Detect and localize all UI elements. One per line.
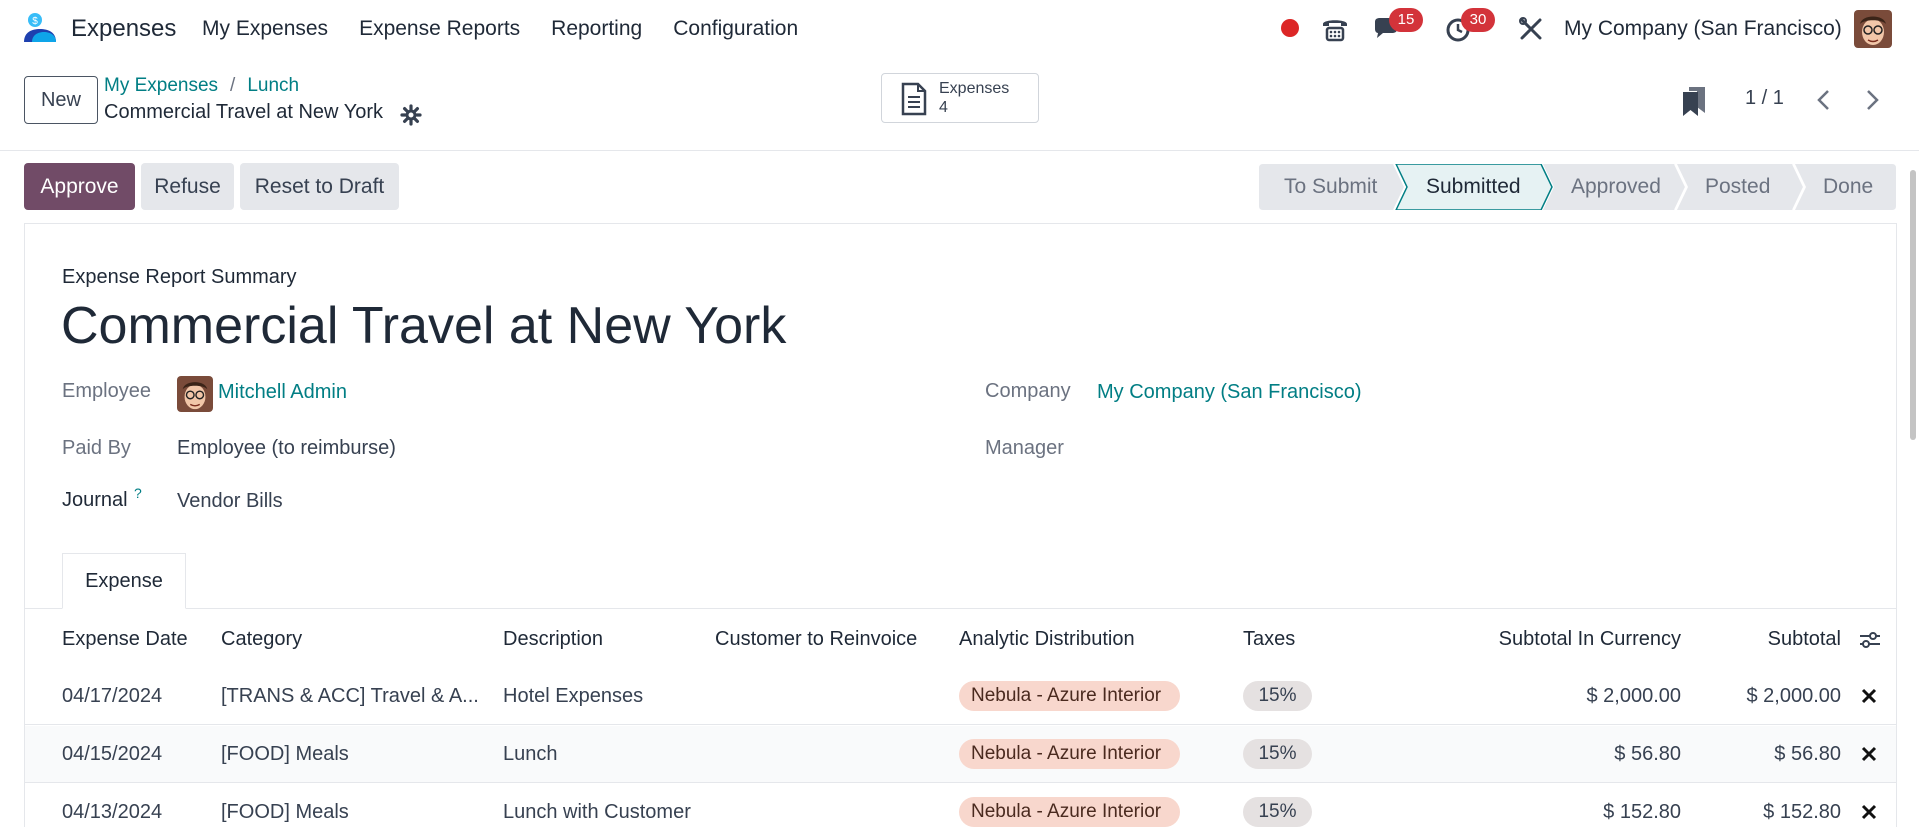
- cell-subtotal: $ 152.80: [1763, 801, 1841, 823]
- employee-label: Employee: [62, 380, 151, 402]
- breadcrumb-current-record: Commercial Travel at New York: [104, 101, 383, 123]
- menu-expense-reports[interactable]: Expense Reports: [359, 17, 520, 41]
- remove-line-icon[interactable]: [1861, 804, 1877, 820]
- menu-configuration[interactable]: Configuration: [673, 17, 798, 41]
- company-label: Company: [985, 380, 1071, 402]
- cell-category: [TRANS & ACC] Travel & A...: [221, 685, 479, 707]
- pager-value[interactable]: 1 / 1: [1745, 87, 1784, 110]
- debug-tools-icon[interactable]: [1516, 14, 1546, 44]
- col-expense-date[interactable]: Expense Date: [62, 628, 188, 651]
- chevron-left-icon: [1817, 90, 1829, 110]
- stage-pipeline: To Submit Submitted Approved Posted Done: [1259, 164, 1896, 210]
- menu-my-expenses[interactable]: My Expenses: [202, 17, 328, 41]
- svg-text:$: $: [32, 16, 38, 27]
- paid-by-field[interactable]: Employee (to reimburse): [177, 437, 396, 460]
- top-navbar: $ Expenses My Expenses Expense Reports R…: [0, 0, 1919, 58]
- remove-line-icon[interactable]: [1861, 746, 1877, 762]
- new-button[interactable]: New: [24, 76, 98, 124]
- col-category[interactable]: Category: [221, 628, 302, 651]
- col-customer-to-reinvoice[interactable]: Customer to Reinvoice: [715, 628, 917, 651]
- tab-divider: [25, 608, 1896, 609]
- table-row[interactable]: 04/15/2024 [FOOD] Meals Lunch Nebula - A…: [25, 726, 1896, 783]
- col-analytic-distribution[interactable]: Analytic Distribution: [959, 628, 1135, 651]
- main-menu: My Expenses Expense Reports Reporting Co…: [202, 17, 798, 41]
- remove-line-icon[interactable]: [1861, 688, 1877, 704]
- activities-count-badge: 30: [1461, 8, 1495, 32]
- smart-button-count: 4: [939, 99, 948, 116]
- form-subtitle: Expense Report Summary: [62, 266, 297, 288]
- tax-tag: 15%: [1243, 681, 1312, 711]
- bookmark-icon[interactable]: [1681, 85, 1707, 117]
- cell-date: 04/15/2024: [62, 743, 163, 765]
- pager-next-button[interactable]: [1852, 80, 1892, 120]
- cell-subtotal: $ 2,000.00: [1746, 685, 1841, 707]
- company-field[interactable]: My Company (San Francisco): [1097, 381, 1362, 404]
- cell-subtotal-currency: $ 56.80: [1614, 743, 1681, 765]
- tab-expense[interactable]: Expense: [62, 553, 186, 609]
- journal-field[interactable]: Vendor Bills: [177, 490, 283, 513]
- employee-field[interactable]: Mitchell Admin: [218, 381, 347, 404]
- control-panel: New My Expenses / Lunch Commercial Trave…: [0, 58, 1919, 151]
- expenses-smart-button[interactable]: Expenses 4: [881, 73, 1039, 123]
- cell-date: 04/17/2024: [62, 685, 163, 707]
- journal-help-tooltip[interactable]: ?: [134, 485, 142, 501]
- report-title-field[interactable]: Commercial Travel at New York: [61, 296, 786, 356]
- cell-date: 04/13/2024: [62, 801, 163, 823]
- app-name[interactable]: Expenses: [71, 15, 176, 43]
- breadcrumb-lunch[interactable]: Lunch: [247, 75, 299, 97]
- col-subtotal-in-currency[interactable]: Subtotal In Currency: [1445, 628, 1681, 651]
- expense-table-header: Expense Date Category Description Custom…: [25, 610, 1896, 668]
- document-icon: [901, 82, 927, 116]
- cell-description: Hotel Expenses: [503, 685, 644, 707]
- user-avatar[interactable]: [1854, 10, 1892, 48]
- breadcrumb-separator: /: [230, 75, 236, 96]
- col-description[interactable]: Description: [503, 628, 603, 651]
- form-sheet: Expense Report Summary Commercial Travel…: [24, 223, 1897, 827]
- stage-approved[interactable]: Approved: [1571, 175, 1661, 199]
- recording-indicator-icon[interactable]: [1281, 19, 1299, 37]
- cell-description: Lunch: [503, 743, 558, 765]
- cell-subtotal: $ 56.80: [1774, 743, 1841, 765]
- company-switcher[interactable]: My Company (San Francisco): [1564, 17, 1842, 41]
- refuse-button[interactable]: Refuse: [141, 163, 234, 210]
- status-bar: Approve Refuse Reset to Draft To Submit …: [0, 151, 1919, 223]
- chevron-right-icon: [1867, 90, 1879, 110]
- employee-avatar: [177, 376, 213, 412]
- menu-reporting[interactable]: Reporting: [551, 17, 642, 41]
- stage-posted[interactable]: Posted: [1705, 175, 1770, 199]
- paid-by-label: Paid By: [62, 437, 131, 459]
- approve-button[interactable]: Approve: [24, 163, 135, 210]
- breadcrumb-my-expenses[interactable]: My Expenses: [104, 75, 218, 97]
- journal-label: Journal: [62, 489, 128, 511]
- analytic-tag: Nebula - Azure Interior: [959, 739, 1180, 769]
- smart-button-label: Expenses: [939, 80, 1010, 97]
- messages-count-badge: 15: [1389, 8, 1423, 32]
- manager-label: Manager: [985, 437, 1064, 459]
- stage-to-submit[interactable]: To Submit: [1284, 175, 1377, 199]
- expenses-app-icon[interactable]: $: [22, 12, 58, 44]
- phone-icon[interactable]: [1320, 14, 1350, 44]
- tax-tag: 15%: [1243, 797, 1312, 827]
- page-scrollbar[interactable]: [1910, 170, 1916, 440]
- stage-done[interactable]: Done: [1823, 175, 1873, 199]
- stage-submitted[interactable]: Submitted: [1426, 175, 1521, 199]
- gear-icon[interactable]: [400, 104, 422, 126]
- cell-subtotal-currency: $ 2,000.00: [1586, 685, 1681, 707]
- reset-to-draft-button[interactable]: Reset to Draft: [240, 163, 399, 210]
- pager-previous-button[interactable]: [1804, 80, 1844, 120]
- cell-subtotal-currency: $ 152.80: [1603, 801, 1681, 823]
- col-taxes[interactable]: Taxes: [1243, 628, 1295, 651]
- table-row[interactable]: 04/13/2024 [FOOD] Meals Lunch with Custo…: [25, 784, 1896, 827]
- cell-category: [FOOD] Meals: [221, 743, 349, 765]
- cell-description: Lunch with Customer: [503, 801, 691, 823]
- column-options-icon[interactable]: [1858, 630, 1882, 650]
- analytic-tag: Nebula - Azure Interior: [959, 681, 1180, 711]
- cell-category: [FOOD] Meals: [221, 801, 349, 823]
- table-row[interactable]: 04/17/2024 [TRANS & ACC] Travel & A... H…: [25, 668, 1896, 725]
- breadcrumb: My Expenses / Lunch: [104, 75, 299, 97]
- col-subtotal[interactable]: Subtotal: [1725, 628, 1841, 651]
- analytic-tag: Nebula - Azure Interior: [959, 797, 1180, 827]
- tax-tag: 15%: [1243, 739, 1312, 769]
